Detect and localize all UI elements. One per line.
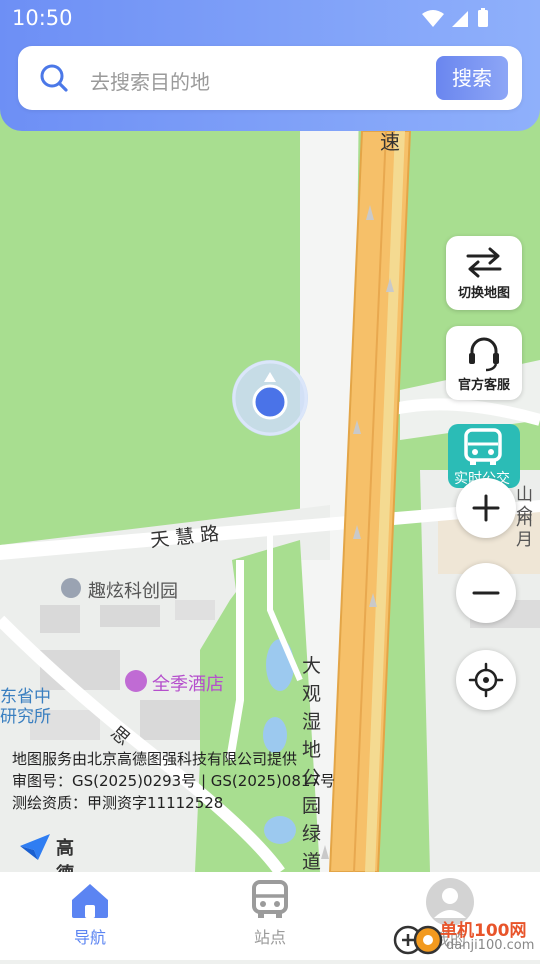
amap-logo-icon [20,834,50,860]
zoom-out-button[interactable] [456,563,516,623]
copyright-line: 审图号：GS(2025)0293号 | GS(2025)0817号 [12,772,335,790]
search-bar[interactable]: 去搜索目的地 搜索 [18,46,522,110]
map-copyright: 地图服务由北京高德图强科技有限公司提供 审图号：GS(2025)0293号 | … [12,748,335,814]
search-icon [40,64,68,92]
bus-station-icon [252,880,288,918]
status-icons [422,8,488,27]
bus-icon [464,428,502,465]
crosshair-icon [468,662,504,698]
tab-navigation-label: 导航 [73,928,106,947]
copyright-line: 地图服务由北京高德图强科技有限公司提供 [12,750,298,768]
watermark-logo-icon [393,925,443,955]
headset-icon [469,337,499,372]
swap-arrows-icon [466,247,502,278]
minus-icon [472,591,500,595]
plus-icon [472,494,500,522]
zoom-in-button[interactable] [456,478,516,538]
switch-map-button[interactable]: 切换地图 [446,236,522,310]
watermark-url: danji100.com [446,938,535,953]
battery-icon [478,10,488,27]
customer-service-label: 官方客服 [457,378,510,393]
locate-me-button[interactable] [456,650,516,710]
poi-label-institute-line2[interactable]: 研究所 [0,702,51,727]
tab-stations[interactable]: 站点 [180,872,360,960]
status-bar: 10:50 [0,0,540,38]
amap-logo-text: 高德地图 [56,838,74,872]
search-button[interactable]: 搜索 [436,56,508,100]
copyright-line: 测绘资质：甲测资字11112528 [12,794,224,812]
poi-label-hotel[interactable]: 全季酒店 [152,670,224,696]
switch-map-label: 切换地图 [457,286,510,301]
wifi-icon [422,10,444,27]
poi-label-right-2: 会月 [516,505,533,550]
home-icon [72,884,108,918]
top-header: 10:50 去搜索目的地 搜索 [0,0,540,131]
poi-label-quxuan[interactable]: 趣炫科创园 [88,577,178,603]
site-watermark: 单机100网 danji100.com [392,916,540,960]
search-input[interactable]: 去搜索目的地 [90,66,210,95]
signal-icon [452,11,468,27]
customer-service-button[interactable]: 官方客服 [446,326,522,400]
tab-stations-label: 站点 [253,928,286,947]
tab-navigation[interactable]: 导航 [0,872,180,960]
status-time: 10:50 [12,6,73,30]
